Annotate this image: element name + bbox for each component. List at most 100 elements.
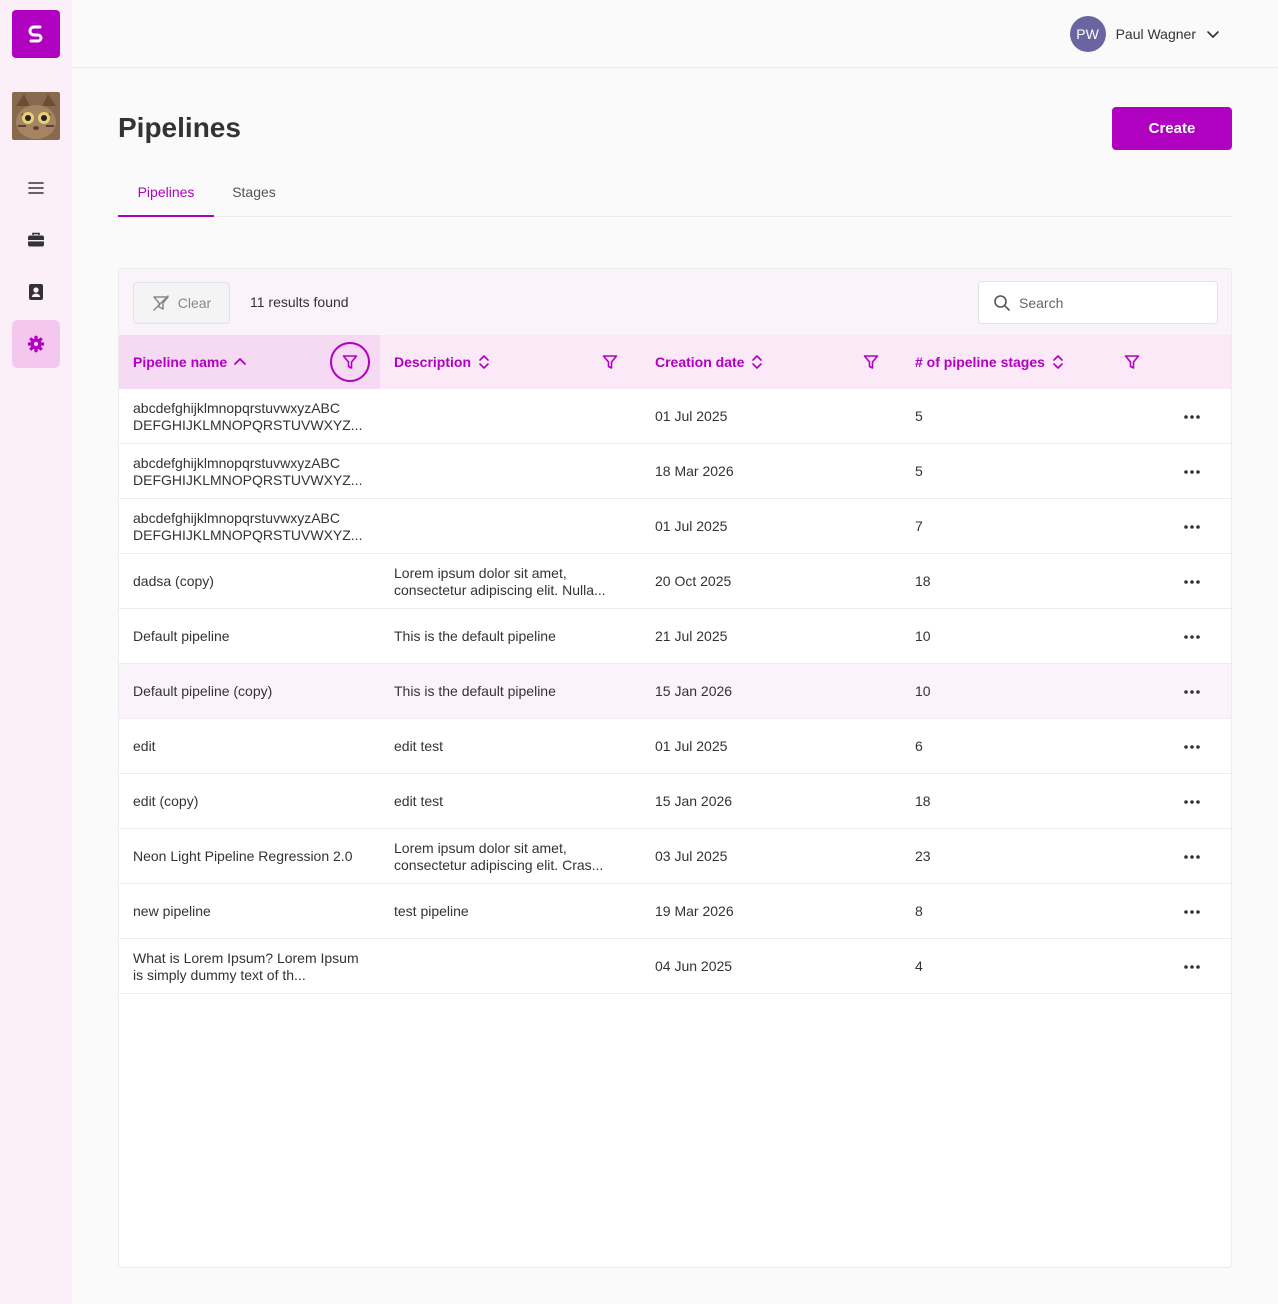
tab-stages[interactable]: Stages: [218, 168, 290, 216]
table-row[interactable]: Default pipeline (copy) This is the defau…: [119, 664, 1231, 719]
description-cell: [394, 939, 628, 994]
row-actions-button[interactable]: [1178, 939, 1206, 994]
creation-date-cell: 18 Mar 2026: [655, 444, 875, 499]
sidebar-item-contacts[interactable]: [12, 268, 60, 316]
create-button[interactable]: Create: [1112, 107, 1232, 150]
row-actions-button[interactable]: [1178, 664, 1206, 719]
creation-date-cell-text: 01 Jul 2025: [655, 738, 728, 754]
sort-icon: [1051, 353, 1065, 371]
search-icon: [994, 294, 1010, 311]
pipeline-name-cell-text: What is Lorem Ipsum? Lorem Ipsum is simp…: [133, 949, 359, 983]
logo-icon: [28, 25, 43, 43]
table-row[interactable]: abcdefghijklmnopqrstuvwxyzABC DEFGHIJKLM…: [119, 389, 1231, 444]
sidebar-item-jobs[interactable]: [12, 216, 60, 264]
pipeline-name-cell: Neon Light Pipeline Regression 2.0: [133, 829, 367, 884]
pipeline-name-cell-text: abcdefghijklmnopqrstuvwxyzABC DEFGHIJKLM…: [133, 509, 363, 543]
app-logo[interactable]: [12, 10, 60, 58]
description-cell-text: Lorem ipsum dolor sit amet, consectetur …: [394, 564, 606, 598]
creation-date-cell: 19 Mar 2026: [655, 884, 875, 939]
search-input[interactable]: [1019, 294, 1199, 311]
creation-date-cell-text: 03 Jul 2025: [655, 848, 728, 864]
filter-description-button[interactable]: [600, 335, 620, 389]
user-avatar: PW: [1069, 16, 1106, 52]
creation-date-cell-text: 04 Jun 2025: [655, 958, 733, 974]
pipeline-name-cell-text: edit (copy): [133, 793, 199, 809]
table-row[interactable]: new pipeline test pipeline 19 Mar 2026 8: [119, 884, 1231, 939]
search-box[interactable]: [978, 281, 1218, 324]
table-row[interactable]: Default pipeline This is the default pipe…: [119, 609, 1231, 664]
gear-icon: [27, 335, 45, 353]
row-actions-button[interactable]: [1178, 829, 1206, 884]
filter-icon: [863, 355, 879, 369]
stages-count-cell: 5: [915, 389, 1115, 444]
pipeline-name-cell-text: abcdefghijklmnopqrstuvwxyzABC DEFGHIJKLM…: [133, 454, 363, 488]
pipeline-name-cell: dadsa (copy): [133, 554, 367, 609]
stages-count-cell-text: 23: [915, 848, 931, 864]
stages-count-cell: 8: [915, 884, 1115, 939]
sort-ascending-icon: [233, 355, 247, 369]
table-row[interactable]: abcdefghijklmnopqrstuvwxyzABC DEFGHIJKLM…: [119, 499, 1231, 554]
column-header-pipeline-name[interactable]: Pipeline name: [133, 335, 247, 389]
creation-date-cell-text: 01 Jul 2025: [655, 408, 728, 424]
sidebar: [0, 0, 72, 1304]
row-actions-button[interactable]: [1178, 609, 1206, 664]
description-cell: [394, 444, 628, 499]
row-actions-button[interactable]: [1178, 719, 1206, 774]
row-actions-button[interactable]: [1178, 774, 1206, 829]
contact-book-icon: [29, 284, 43, 300]
table-header: Pipeline name Description Creation date: [119, 335, 1231, 389]
creation-date-cell-text: 18 Mar 2026: [655, 463, 734, 479]
creation-date-cell-text: 15 Jan 2026: [655, 793, 733, 809]
row-actions-button[interactable]: [1178, 554, 1206, 609]
description-cell: Lorem ipsum dolor sit amet, consectetur …: [394, 829, 628, 884]
description-cell: edit test: [394, 774, 628, 829]
table-row[interactable]: Neon Light Pipeline Regression 2.0 Lorem …: [119, 829, 1231, 884]
filter-creation-date-button[interactable]: [861, 335, 881, 389]
column-label: Description: [394, 354, 472, 370]
stages-count-cell: 18: [915, 774, 1115, 829]
stages-count-cell: 5: [915, 444, 1115, 499]
row-actions-button[interactable]: [1178, 884, 1206, 939]
table-row[interactable]: dadsa (copy) Lorem ipsum dolor sit amet, …: [119, 554, 1231, 609]
tab-pipelines[interactable]: Pipelines: [118, 168, 214, 217]
filter-pipeline-stages-button[interactable]: [1122, 335, 1142, 389]
table-row[interactable]: edit edit test 01 Jul 2025 6: [119, 719, 1231, 774]
creation-date-cell-text: 01 Jul 2025: [655, 518, 728, 534]
column-header-creation-date[interactable]: Creation date: [655, 335, 764, 389]
row-actions-button[interactable]: [1178, 444, 1206, 499]
creation-date-cell: 01 Jul 2025: [655, 499, 875, 554]
clear-filters-button[interactable]: Clear: [133, 282, 230, 324]
table-row[interactable]: What is Lorem Ipsum? Lorem Ipsum is simp…: [119, 939, 1231, 994]
pipeline-name-cell: abcdefghijklmnopqrstuvwxyzABC DEFGHIJKLM…: [133, 444, 367, 499]
stages-count-cell: 6: [915, 719, 1115, 774]
pipelines-table-card: Clear 11 results found Pipeline name Des…: [118, 268, 1232, 1268]
table-row[interactable]: edit (copy) edit test 15 Jan 2026 18: [119, 774, 1231, 829]
description-cell: This is the default pipeline: [394, 609, 628, 664]
clear-label: Clear: [177, 295, 212, 311]
user-menu[interactable]: PW Paul Wagner: [1069, 16, 1220, 52]
sidebar-item-settings[interactable]: [12, 320, 60, 368]
stages-count-cell-text: 5: [915, 463, 923, 479]
pipeline-name-cell-text: Neon Light Pipeline Regression 2.0: [133, 848, 353, 864]
pipeline-name-cell-text: dadsa (copy): [133, 573, 214, 589]
pipeline-name-cell-text: edit: [133, 738, 156, 754]
table-row[interactable]: abcdefghijklmnopqrstuvwxyzABC DEFGHIJKLM…: [119, 444, 1231, 499]
cat-avatar-image: [12, 92, 60, 140]
profile-avatar[interactable]: [12, 92, 60, 140]
stages-count-cell-text: 18: [915, 573, 931, 589]
filter-pipeline-name-button[interactable]: [330, 342, 370, 382]
filter-clear-icon: [153, 295, 169, 311]
chevron-down-icon: [1207, 31, 1219, 38]
description-cell-text: edit test: [394, 738, 444, 754]
column-header-description[interactable]: Description: [394, 335, 491, 389]
row-actions-button[interactable]: [1178, 499, 1206, 554]
sidebar-item-menu[interactable]: [12, 164, 60, 212]
column-header-pipeline-stages[interactable]: # of pipeline stages: [915, 335, 1065, 389]
column-label: Pipeline name: [133, 354, 228, 370]
description-cell-text: This is the default pipeline: [394, 683, 556, 699]
more-horizontal-icon: [1184, 744, 1200, 749]
pipeline-name-cell-text: new pipeline: [133, 903, 211, 919]
results-count: 11 results found: [250, 294, 349, 310]
row-actions-button[interactable]: [1178, 389, 1206, 444]
pipeline-name-cell: edit: [133, 719, 367, 774]
